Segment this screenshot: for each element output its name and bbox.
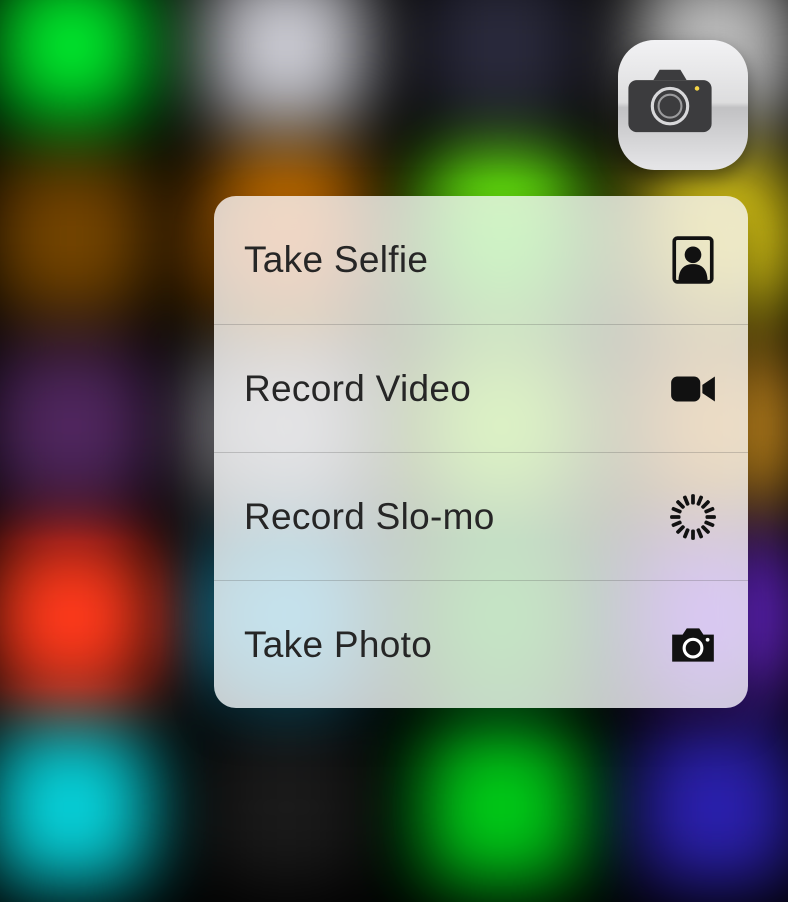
menu-item-take-photo[interactable]: Take Photo [214, 580, 748, 708]
video-icon [668, 364, 718, 414]
selfie-icon [668, 235, 718, 285]
menu-item-label: Take Photo [244, 624, 432, 666]
menu-item-record-slomo[interactable]: Record Slo-mo [214, 452, 748, 580]
menu-item-label: Take Selfie [244, 239, 428, 281]
menu-item-record-video[interactable]: Record Video [214, 324, 748, 452]
quick-actions-menu: Take Selfie Record Video Record Slo-mo [214, 196, 748, 708]
camera-icon [618, 51, 748, 160]
menu-item-take-selfie[interactable]: Take Selfie [214, 196, 748, 324]
photo-icon [668, 620, 718, 670]
slomo-icon [668, 492, 718, 542]
menu-item-label: Record Video [244, 368, 471, 410]
menu-item-label: Record Slo-mo [244, 496, 495, 538]
camera-app-icon[interactable] [618, 40, 748, 170]
